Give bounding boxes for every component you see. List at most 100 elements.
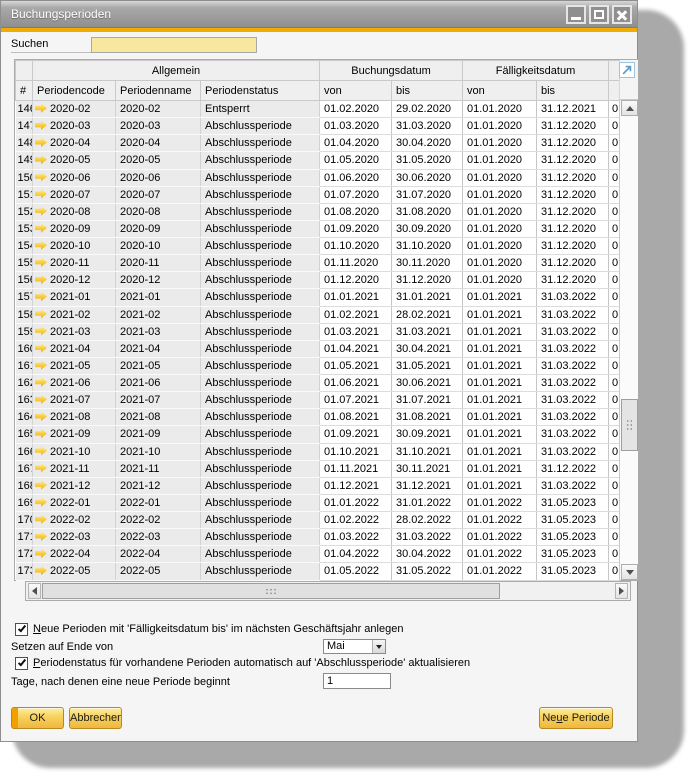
horizontal-scrollbar[interactable] bbox=[25, 581, 631, 601]
periodenname-cell[interactable]: 2021-11 bbox=[116, 460, 201, 477]
link-arrow-icon[interactable] bbox=[35, 548, 47, 558]
buchung-bis-cell[interactable]: 31.01.2022 bbox=[392, 494, 463, 511]
scroll-right-button[interactable] bbox=[615, 583, 628, 599]
faellig-von-cell[interactable]: 01.01.2021 bbox=[463, 477, 537, 494]
periodencode-cell[interactable]: 2020-12 bbox=[33, 272, 116, 289]
buchung-bis-cell[interactable]: 31.10.2021 bbox=[392, 443, 463, 460]
buchung-bis-cell[interactable]: 30.09.2020 bbox=[392, 220, 463, 237]
buchung-von-cell[interactable]: 01.11.2021 bbox=[320, 460, 392, 477]
col-header-buchung-von[interactable]: von bbox=[320, 81, 392, 101]
link-arrow-icon[interactable] bbox=[35, 240, 47, 250]
periodenname-cell[interactable]: 2021-12 bbox=[116, 477, 201, 494]
periodenstatus-cell[interactable]: Abschlussperiode bbox=[201, 546, 320, 563]
table-row[interactable]: 147 2020-03 2020-03 Abschlussperiode 01.… bbox=[16, 118, 620, 135]
periodenname-cell[interactable]: 2021-02 bbox=[116, 306, 201, 323]
title-bar[interactable]: Buchungsperioden bbox=[1, 1, 637, 28]
buchung-von-cell[interactable]: 01.10.2020 bbox=[320, 238, 392, 255]
faellig-von-cell[interactable]: 01.01.2021 bbox=[463, 443, 537, 460]
faellig-von-cell[interactable]: 01.01.2021 bbox=[463, 289, 537, 306]
buchung-von-cell[interactable]: 01.01.2021 bbox=[320, 289, 392, 306]
faellig-bis-cell[interactable]: 31.05.2023 bbox=[537, 546, 609, 563]
periodenname-cell[interactable]: 2021-01 bbox=[116, 289, 201, 306]
faellig-bis-cell[interactable]: 31.12.2021 bbox=[537, 101, 609, 118]
faellig-von-cell[interactable]: 01.01.2020 bbox=[463, 169, 537, 186]
periodenstatus-cell[interactable]: Abschlussperiode bbox=[201, 426, 320, 443]
buchung-bis-cell[interactable]: 30.06.2020 bbox=[392, 169, 463, 186]
buchung-bis-cell[interactable]: 31.07.2021 bbox=[392, 392, 463, 409]
periodencode-cell[interactable]: 2021-03 bbox=[33, 323, 116, 340]
faellig-bis-cell[interactable]: 31.12.2020 bbox=[537, 152, 609, 169]
faellig-von-cell[interactable]: 01.01.2022 bbox=[463, 563, 537, 580]
buchung-von-cell[interactable]: 01.05.2021 bbox=[320, 357, 392, 374]
update-status-checkbox[interactable] bbox=[15, 657, 28, 670]
buchung-von-cell[interactable]: 01.02.2021 bbox=[320, 306, 392, 323]
faellig-von-cell[interactable]: 01.01.2020 bbox=[463, 255, 537, 272]
col-header-faellig-bis[interactable]: bis bbox=[537, 81, 609, 101]
buchung-bis-cell[interactable]: 31.12.2021 bbox=[392, 477, 463, 494]
periodencode-cell[interactable]: 2020-10 bbox=[33, 238, 116, 255]
faellig-von-cell[interactable]: 01.01.2021 bbox=[463, 375, 537, 392]
buchung-bis-cell[interactable]: 29.02.2020 bbox=[392, 101, 463, 118]
table-row[interactable]: 153 2020-09 2020-09 Abschlussperiode 01.… bbox=[16, 220, 620, 237]
faellig-bis-cell[interactable]: 31.03.2022 bbox=[537, 375, 609, 392]
buchung-bis-cell[interactable]: 30.04.2022 bbox=[392, 546, 463, 563]
buchung-bis-cell[interactable]: 30.04.2021 bbox=[392, 340, 463, 357]
buchung-von-cell[interactable]: 01.08.2021 bbox=[320, 409, 392, 426]
buchung-von-cell[interactable]: 01.03.2020 bbox=[320, 118, 392, 135]
faellig-bis-cell[interactable]: 31.12.2020 bbox=[537, 203, 609, 220]
faellig-bis-cell[interactable]: 31.03.2022 bbox=[537, 409, 609, 426]
buchung-bis-cell[interactable]: 31.05.2022 bbox=[392, 563, 463, 580]
periodenstatus-cell[interactable]: Abschlussperiode bbox=[201, 563, 320, 580]
link-arrow-icon[interactable] bbox=[35, 360, 47, 370]
buchung-von-cell[interactable]: 01.10.2021 bbox=[320, 443, 392, 460]
faellig-von-cell[interactable]: 01.01.2021 bbox=[463, 357, 537, 374]
vertical-scrollbar[interactable] bbox=[619, 100, 638, 580]
faellig-von-cell[interactable]: 01.01.2020 bbox=[463, 186, 537, 203]
periodenname-cell[interactable]: 2022-02 bbox=[116, 512, 201, 529]
month-dropdown[interactable]: Mai bbox=[323, 639, 386, 654]
faellig-bis-cell[interactable]: 31.12.2022 bbox=[537, 460, 609, 477]
buchung-von-cell[interactable]: 01.05.2022 bbox=[320, 563, 392, 580]
table-row[interactable]: 171 2022-03 2022-03 Abschlussperiode 01.… bbox=[16, 529, 620, 546]
table-row[interactable]: 168 2021-12 2021-12 Abschlussperiode 01.… bbox=[16, 477, 620, 494]
periodenname-cell[interactable]: 2021-06 bbox=[116, 375, 201, 392]
buchung-von-cell[interactable]: 01.02.2020 bbox=[320, 101, 392, 118]
link-arrow-icon[interactable] bbox=[35, 428, 47, 438]
table-row[interactable]: 165 2021-09 2021-09 Abschlussperiode 01.… bbox=[16, 426, 620, 443]
periodenname-cell[interactable]: 2020-05 bbox=[116, 152, 201, 169]
buchung-bis-cell[interactable]: 31.12.2020 bbox=[392, 272, 463, 289]
faellig-von-cell[interactable]: 01.01.2021 bbox=[463, 409, 537, 426]
periodencode-cell[interactable]: 2020-02 bbox=[33, 101, 116, 118]
buchung-bis-cell[interactable]: 31.01.2021 bbox=[392, 289, 463, 306]
periodenname-cell[interactable]: 2022-04 bbox=[116, 546, 201, 563]
periodencode-cell[interactable]: 2022-04 bbox=[33, 546, 116, 563]
faellig-bis-cell[interactable]: 31.12.2020 bbox=[537, 186, 609, 203]
link-arrow-icon[interactable] bbox=[35, 274, 47, 284]
faellig-von-cell[interactable]: 01.01.2021 bbox=[463, 426, 537, 443]
periodencode-cell[interactable]: 2020-03 bbox=[33, 118, 116, 135]
table-row[interactable]: 172 2022-04 2022-04 Abschlussperiode 01.… bbox=[16, 546, 620, 563]
faellig-bis-cell[interactable]: 31.03.2022 bbox=[537, 289, 609, 306]
table-row[interactable]: 166 2021-10 2021-10 Abschlussperiode 01.… bbox=[16, 443, 620, 460]
buchung-bis-cell[interactable]: 28.02.2022 bbox=[392, 512, 463, 529]
periodenstatus-cell[interactable]: Abschlussperiode bbox=[201, 186, 320, 203]
periodenname-cell[interactable]: 2020-03 bbox=[116, 118, 201, 135]
faellig-bis-cell[interactable]: 31.05.2023 bbox=[537, 512, 609, 529]
periodencode-cell[interactable]: 2021-06 bbox=[33, 375, 116, 392]
faellig-bis-cell[interactable]: 31.05.2023 bbox=[537, 563, 609, 580]
faellig-bis-cell[interactable]: 31.03.2022 bbox=[537, 306, 609, 323]
buchung-bis-cell[interactable]: 30.04.2020 bbox=[392, 135, 463, 152]
table-row[interactable]: 152 2020-08 2020-08 Abschlussperiode 01.… bbox=[16, 203, 620, 220]
periodenname-cell[interactable]: 2020-06 bbox=[116, 169, 201, 186]
buchung-bis-cell[interactable]: 31.03.2020 bbox=[392, 118, 463, 135]
periodencode-cell[interactable]: 2022-01 bbox=[33, 494, 116, 511]
periodencode-cell[interactable]: 2020-07 bbox=[33, 186, 116, 203]
periodencode-cell[interactable]: 2021-02 bbox=[33, 306, 116, 323]
periodenstatus-cell[interactable]: Abschlussperiode bbox=[201, 203, 320, 220]
periodencode-cell[interactable]: 2022-02 bbox=[33, 512, 116, 529]
minimize-button[interactable] bbox=[566, 5, 586, 24]
periodencode-cell[interactable]: 2021-12 bbox=[33, 477, 116, 494]
periodenstatus-cell[interactable]: Abschlussperiode bbox=[201, 220, 320, 237]
periodenname-cell[interactable]: 2021-09 bbox=[116, 426, 201, 443]
faellig-von-cell[interactable]: 01.01.2022 bbox=[463, 512, 537, 529]
